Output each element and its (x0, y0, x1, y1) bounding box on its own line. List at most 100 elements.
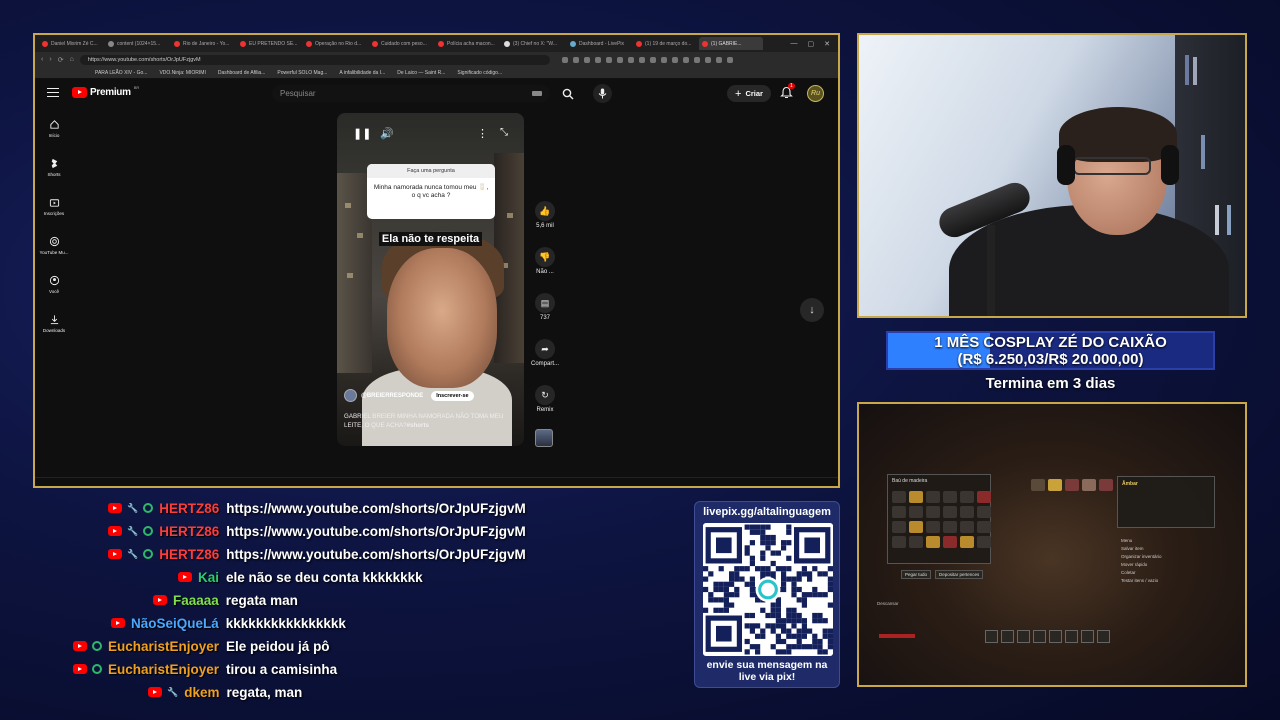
menu-icon[interactable] (47, 88, 59, 97)
chat-message: Faaaaa regata man (153, 590, 298, 610)
remix-button[interactable]: ↻ Remix (530, 385, 560, 431)
more-options-icon[interactable]: ⋮ (477, 127, 488, 140)
youtube-logo[interactable]: Premium BR (72, 85, 139, 98)
chat-username[interactable]: EucharistEnjoyer (108, 639, 219, 654)
game-menu-item: Organizar inventário (1121, 554, 1162, 559)
keyboard-icon[interactable] (532, 91, 542, 96)
youtube-favicon-icon (240, 40, 246, 47)
extension-icon[interactable] (605, 56, 612, 63)
url-field[interactable]: https://www.youtube.com/shorts/OrJpUFzjg… (79, 54, 550, 65)
search-input[interactable] (280, 89, 500, 98)
browser-tab[interactable]: Cuidado com peso... (369, 37, 433, 50)
close-icon[interactable]: ✕ (824, 40, 830, 48)
extension-icon[interactable] (561, 56, 568, 63)
chat-username[interactable]: HERTZ86 (159, 524, 219, 539)
extension-icon[interactable] (660, 56, 667, 63)
extension-icon[interactable] (649, 56, 656, 63)
extension-icon[interactable] (726, 56, 733, 63)
chat-badges (178, 572, 192, 582)
comment-button[interactable]: ▤ 737 (530, 293, 560, 339)
chat-username[interactable]: HERTZ86 (159, 547, 219, 562)
video-title[interactable]: GABRIEL BREIER MINHA NAMORADA NÃO TOMA M… (344, 413, 514, 430)
next-video-button[interactable]: ↓ (800, 298, 824, 322)
remix-thumbnail[interactable] (535, 429, 553, 447)
action-label: Compart... (530, 361, 559, 367)
extension-icon[interactable] (594, 56, 601, 63)
subscribe-button[interactable]: Inscrever-se (431, 390, 474, 401)
fullscreen-icon[interactable]: ⤡ (500, 127, 508, 138)
video-hashtag[interactable]: #shorts (407, 422, 429, 429)
channel-avatar[interactable] (344, 389, 357, 402)
bookmark-item[interactable]: A infalibilidade da I... (339, 70, 385, 76)
extension-icon[interactable] (616, 56, 623, 63)
chat-username[interactable]: Kai (198, 570, 219, 585)
extension-icon[interactable] (627, 56, 634, 63)
extension-icon[interactable] (715, 56, 722, 63)
bookmark-item[interactable]: Powerful SOLO Mag... (277, 70, 327, 76)
sidebar-item-home[interactable]: Início (35, 119, 73, 158)
like-button[interactable]: 👍 5,6 mil (530, 201, 560, 247)
subscriptions-icon (49, 199, 59, 207)
browser-tab[interactable]: (1) GABRIE... (699, 37, 763, 50)
share-button[interactable]: ➦ Compart... (530, 339, 560, 385)
extension-icon[interactable] (583, 56, 590, 63)
sidebar-item-youtube-music[interactable]: YouTube Mu... (35, 236, 73, 275)
game-hotbar (985, 630, 1110, 643)
voice-search-button[interactable] (593, 84, 612, 103)
bookmark-item[interactable]: VDO.Ninja: MIORIMI (159, 70, 205, 76)
sidebar-item-download[interactable]: Downloads (35, 314, 73, 353)
chat-username[interactable]: Faaaaa (173, 593, 219, 608)
volume-icon[interactable]: 🔊 (380, 127, 394, 140)
sidebar-item-you[interactable]: Você (35, 275, 73, 314)
channel-name[interactable]: @BREIERRESPONDE (361, 393, 423, 399)
browser-tab[interactable]: (3) Chief no X: "W... (501, 37, 565, 50)
minimize-icon[interactable]: — (791, 40, 798, 48)
extension-icon[interactable] (682, 56, 689, 63)
bookmark-item[interactable]: Dashboard de Afilia... (218, 70, 266, 76)
browser-tab[interactable]: EU PRETENDO SE... (237, 37, 301, 50)
extension-icon[interactable] (572, 56, 579, 63)
bookmark-item[interactable]: De Laico — Saint R... (397, 70, 445, 76)
extension-icon[interactable] (704, 56, 711, 63)
book (1185, 55, 1189, 85)
headphone-left (1057, 145, 1075, 185)
create-button[interactable]: + Criar (727, 85, 771, 102)
home-icon[interactable]: ⌂ (70, 56, 74, 63)
maximize-icon[interactable]: ▢ (808, 40, 815, 48)
chat-username[interactable]: EucharistEnjoyer (108, 662, 219, 677)
browser-tab[interactable]: Polícia acha macon... (435, 37, 499, 50)
browser-tab[interactable]: Operação no Rio d... (303, 37, 367, 50)
sidebar-item-subscriptions[interactable]: Inscrições (35, 197, 73, 236)
browser-tab[interactable]: Daniel Mixrim Zé C... (39, 37, 103, 50)
extension-icon[interactable] (671, 56, 678, 63)
chat-username[interactable]: NãoSeiQueLá (131, 616, 219, 631)
inventory-grid (888, 487, 991, 552)
account-avatar[interactable]: Ru (807, 85, 824, 102)
chat-username[interactable]: dkem (184, 685, 219, 700)
browser-tab[interactable]: content (1024×15... (105, 37, 169, 50)
reload-icon[interactable]: ⟳ (58, 56, 64, 64)
search-button[interactable] (557, 85, 579, 102)
hotbar-slot (1097, 630, 1110, 643)
shorts-player[interactable]: ❚❚ 🔊 ⋮ ⤡ Faça uma pergunta Minha namorad… (337, 113, 524, 446)
chat-username[interactable]: HERTZ86 (159, 501, 219, 516)
action-label: Não ... (536, 269, 554, 275)
inventory-slot (909, 521, 923, 533)
chat-message: EucharistEnjoyer tirou a camisinha (73, 659, 337, 679)
donation-goal-bar: 1 MÊS COSPLAY ZÉ DO CAIXÃO (R$ 6.250,03/… (886, 331, 1215, 370)
notifications-button[interactable]: 1 (780, 83, 795, 100)
forward-icon[interactable]: › (49, 56, 51, 63)
browser-tab[interactable]: (1) 19 de março do... (633, 37, 697, 50)
extension-icon[interactable] (638, 56, 645, 63)
browser-tab[interactable]: Dashboard - LivePix (567, 37, 631, 50)
bookmark-item[interactable]: Significado código... (457, 70, 502, 76)
dislike-button[interactable]: 👎 Não ... (530, 247, 560, 293)
pause-icon[interactable]: ❚❚ (353, 127, 371, 140)
chat-message: 🔧 HERTZ86 https://www.youtube.com/shorts/O… (108, 544, 526, 564)
game-slot (1099, 479, 1113, 491)
bookmark-item[interactable]: PARA LEÃO XIV - Go... (95, 70, 147, 76)
extension-icon[interactable] (693, 56, 700, 63)
back-icon[interactable]: ‹ (41, 56, 43, 63)
sidebar-item-shorts[interactable]: Shorts (35, 158, 73, 197)
browser-tab[interactable]: Rio de Janeiro - Yo... (171, 37, 235, 50)
